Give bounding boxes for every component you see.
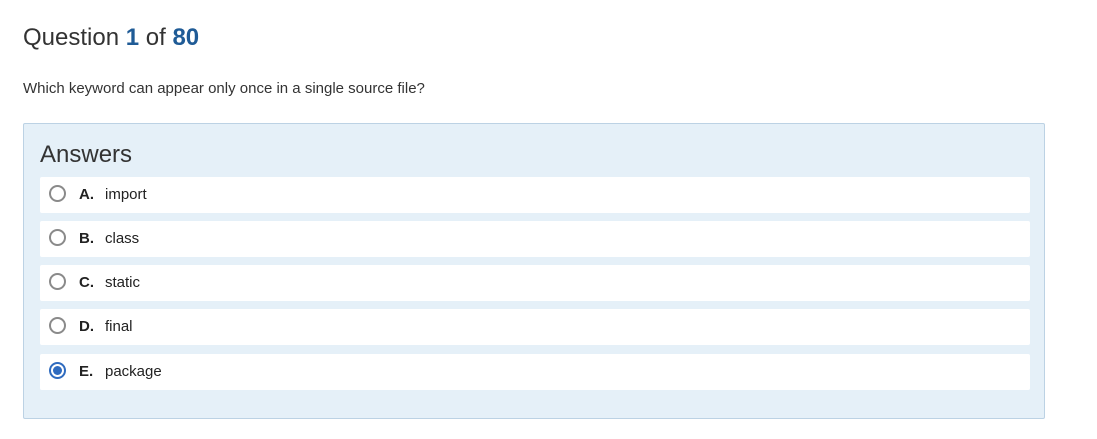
answer-letter: B. bbox=[79, 230, 94, 247]
answer-option-c[interactable]: C. static bbox=[40, 265, 1030, 301]
question-current-number: 1 bbox=[125, 24, 140, 51]
answer-option-a[interactable]: A. import bbox=[40, 177, 1030, 213]
answer-letter: A. bbox=[79, 186, 94, 203]
answers-heading: Answers bbox=[40, 141, 133, 168]
radio-button-selected-icon[interactable] bbox=[49, 362, 66, 379]
radio-button-icon[interactable] bbox=[49, 229, 66, 246]
radio-button-icon[interactable] bbox=[49, 273, 66, 290]
answer-letter: E. bbox=[79, 363, 94, 380]
answer-text: import bbox=[105, 186, 147, 203]
answer-option-b[interactable]: B. class bbox=[40, 221, 1030, 257]
answer-text: final bbox=[105, 318, 133, 335]
radio-button-icon[interactable] bbox=[49, 317, 66, 334]
answer-letter: D. bbox=[79, 318, 94, 335]
answer-text: class bbox=[105, 230, 140, 247]
question-label: Question bbox=[23, 24, 120, 51]
answer-text: package bbox=[105, 363, 162, 380]
answer-letter: C. bbox=[79, 274, 94, 291]
question-title: Question 1 of 80 bbox=[23, 24, 199, 52]
radio-button-icon[interactable] bbox=[49, 185, 66, 202]
answer-text: static bbox=[105, 274, 141, 291]
question-total-number: 80 bbox=[172, 24, 200, 51]
question-text: Which keyword can appear only once in a … bbox=[23, 80, 425, 97]
answers-panel: Answers A. import B. class C. static D. … bbox=[23, 123, 1045, 419]
answer-option-e[interactable]: E. package bbox=[40, 354, 1030, 390]
answer-option-d[interactable]: D. final bbox=[40, 309, 1030, 345]
question-of-label: of bbox=[145, 24, 166, 51]
